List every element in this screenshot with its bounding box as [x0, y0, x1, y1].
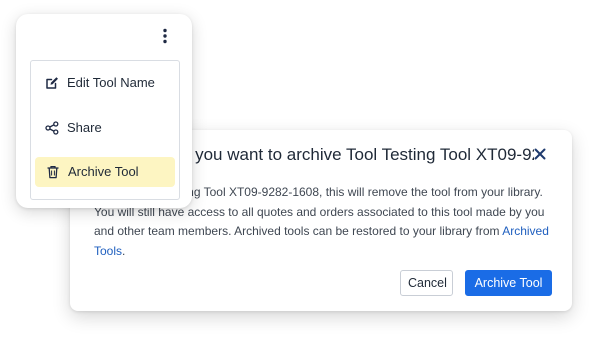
screen: Are you sure you want to archive Tool Te…: [0, 0, 600, 337]
archive-tool-button[interactable]: Archive Tool: [465, 270, 552, 296]
menu-item-label: Archive Tool: [68, 164, 139, 179]
share-icon: [45, 121, 59, 135]
menu-item-label: Edit Tool Name: [67, 75, 155, 90]
menu-item-edit-tool-name[interactable]: Edit Tool Name: [31, 68, 179, 98]
trash-icon: [47, 166, 59, 179]
menu-item-label: Share: [67, 120, 102, 135]
menu-item-archive-tool[interactable]: Archive Tool: [35, 157, 175, 187]
kebab-menu-icon: [163, 28, 167, 44]
cancel-button[interactable]: Cancel: [400, 270, 453, 296]
kebab-menu-button[interactable]: [156, 26, 174, 46]
dialog-footer: Cancel Archive Tool: [400, 270, 552, 296]
dropdown-menu: Edit Tool Name Share Archive Tool: [30, 60, 180, 200]
dialog-body-end: .: [122, 243, 126, 258]
close-button[interactable]: [530, 144, 550, 164]
tool-card-menu: Edit Tool Name Share Archive Tool: [16, 14, 192, 208]
edit-icon: [46, 77, 58, 89]
menu-item-share[interactable]: Share: [31, 113, 179, 143]
close-icon: [534, 148, 546, 160]
